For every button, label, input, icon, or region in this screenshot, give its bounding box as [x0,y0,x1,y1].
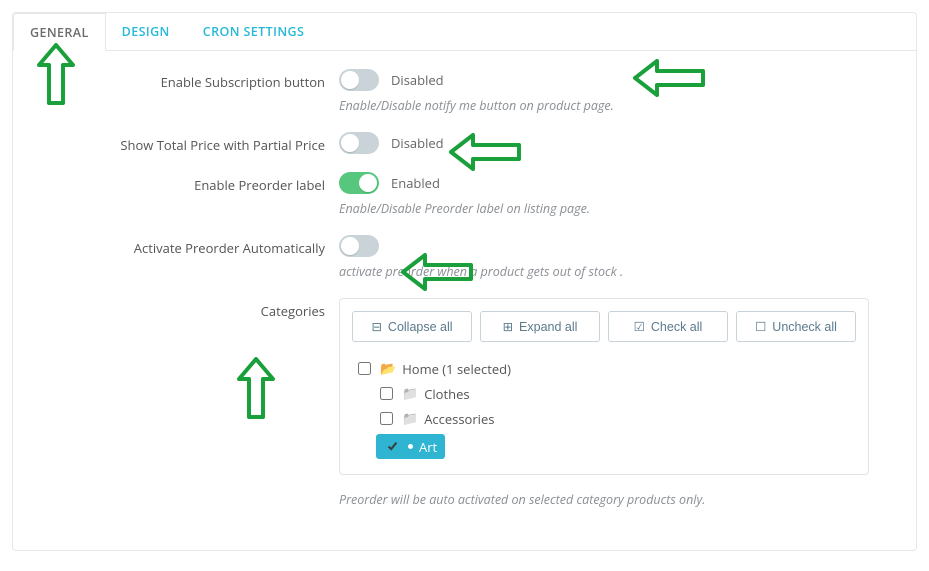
tree-label: Clothes [424,385,469,403]
help-text: Preorder will be auto activated on selec… [339,491,900,508]
toggle-state-text: Disabled [391,71,444,89]
button-label: Expand all [519,320,577,334]
checkbox-art[interactable] [386,440,399,453]
toggle-enable-subscription[interactable] [339,69,379,91]
collapse-icon: ⊟ [371,319,381,334]
help-text: activate preorder when a product gets ou… [339,263,900,280]
tree-node-accessories[interactable]: 📁 Accessories [376,406,856,431]
tab-bar: GENERAL DESIGN CRON SETTINGS [13,13,916,51]
label-auto-activate: Activate Preorder Automatically [29,235,339,257]
tab-general[interactable]: GENERAL [13,13,106,51]
check-all-button[interactable]: ☑ Check all [608,311,728,342]
tree-label: Art [419,438,437,456]
tree-node-clothes[interactable]: 📁 Clothes [376,381,856,406]
collapse-all-button[interactable]: ⊟ Collapse all [352,311,472,342]
button-label: Uncheck all [772,320,837,334]
checkbox-accessories[interactable] [380,412,393,425]
help-text: Enable/Disable notify me button on produ… [339,97,900,114]
checkbox-clothes[interactable] [380,387,393,400]
bullet-icon [408,444,413,449]
folder-icon: 📁 [402,387,418,400]
category-tree-box: ⊟ Collapse all ⊞ Expand all ☑ Check all [339,298,869,475]
button-label: Check all [651,320,702,334]
tree-label: Home (1 selected) [402,360,511,378]
label-categories: Categories [29,298,339,320]
tab-design[interactable]: DESIGN [106,13,187,51]
tab-cron-settings[interactable]: CRON SETTINGS [187,13,322,51]
label-partial-price: Show Total Price with Partial Price [29,132,339,154]
expand-icon: ⊞ [503,319,513,334]
label-enable-subscription: Enable Subscription button [29,69,339,91]
toggle-auto-activate[interactable] [339,235,379,257]
button-label: Collapse all [388,320,453,334]
tree-label: Accessories [424,410,494,428]
uncheck-icon: ☐ [755,319,766,334]
settings-panel: GENERAL DESIGN CRON SETTINGS Enable Subs… [12,12,917,551]
tree-node-art[interactable]: Art [376,431,856,462]
uncheck-all-button[interactable]: ☐ Uncheck all [736,311,856,342]
label-preorder-label: Enable Preorder label [29,172,339,194]
checkbox-home[interactable] [358,362,371,375]
toggle-preorder-label[interactable] [339,172,379,194]
toggle-state-text: Enabled [391,174,440,192]
help-text: Enable/Disable Preorder label on listing… [339,200,900,217]
folder-open-icon: 📂 [380,362,396,375]
check-icon: ☑ [634,319,645,334]
expand-all-button[interactable]: ⊞ Expand all [480,311,600,342]
toggle-partial-price[interactable] [339,132,379,154]
folder-icon: 📁 [402,412,418,425]
category-tree: 📂 Home (1 selected) 📁 Clothes � [352,356,856,462]
tree-node-home[interactable]: 📂 Home (1 selected) [354,356,856,381]
toggle-state-text: Disabled [391,134,444,152]
